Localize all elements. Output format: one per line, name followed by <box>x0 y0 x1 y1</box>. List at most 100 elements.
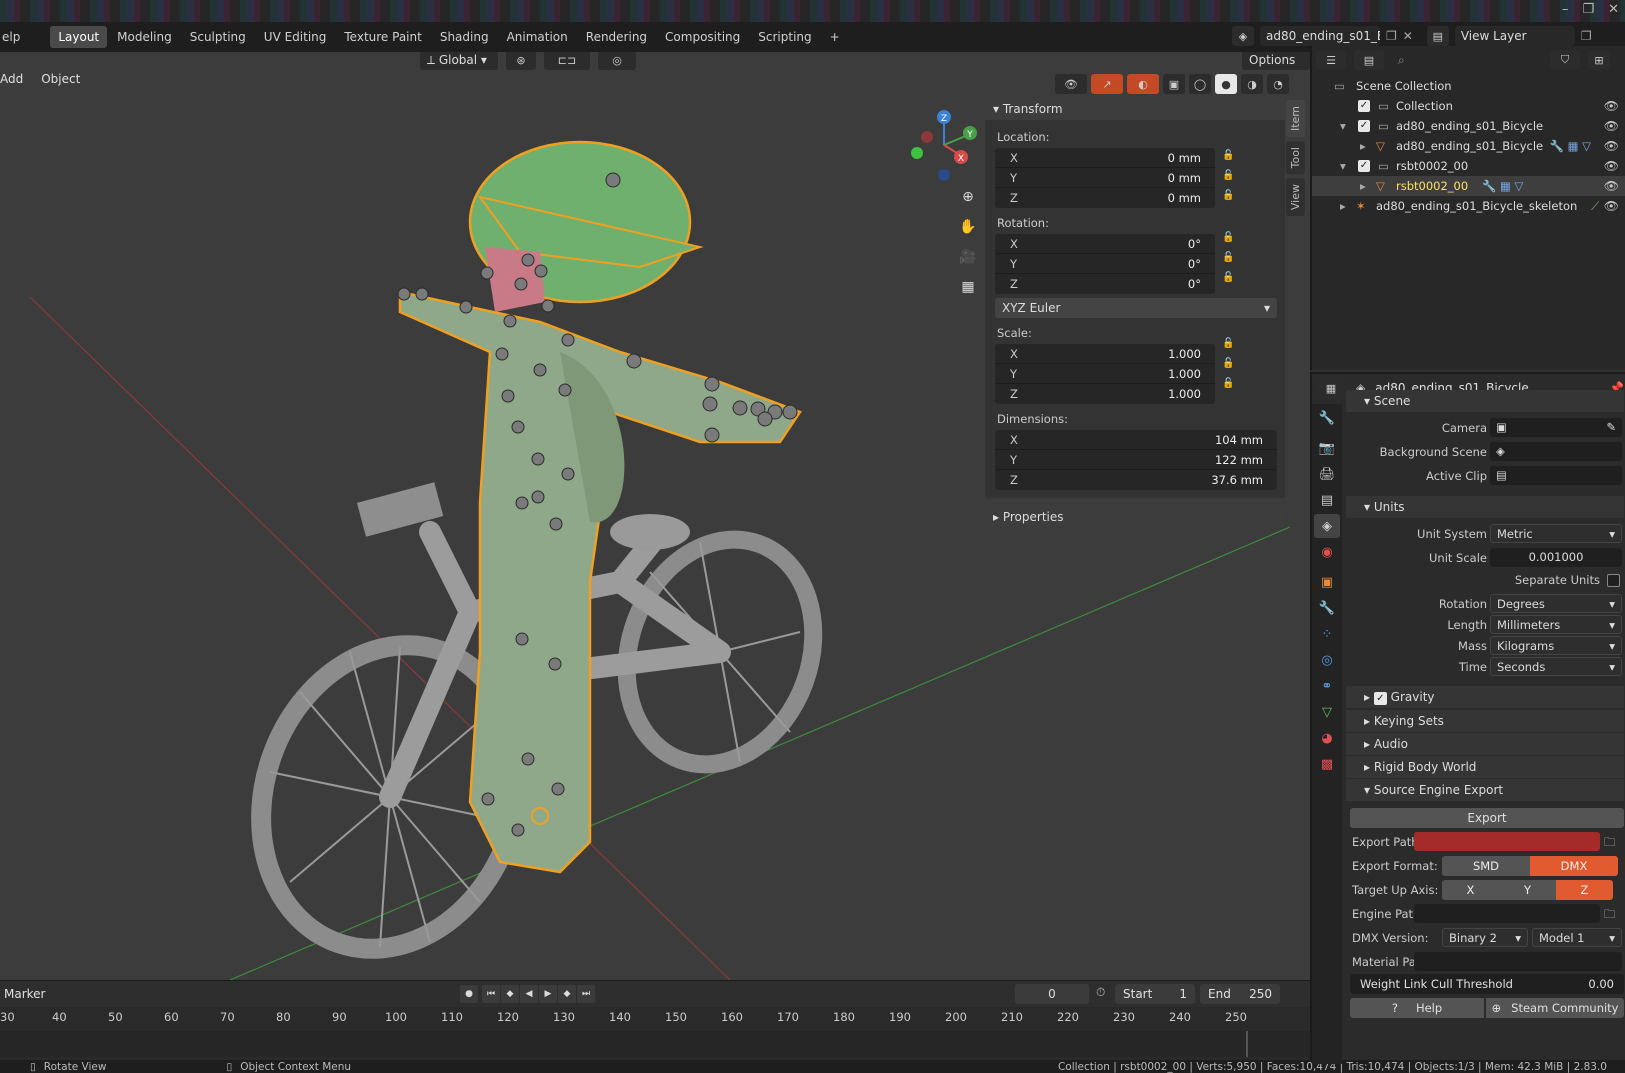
tab-rendering[interactable]: Rendering <box>578 26 655 48</box>
visibility-icon[interactable]: 👁 <box>1055 74 1087 94</box>
xray-icon[interactable]: ▣ <box>1163 74 1185 94</box>
format-dmx-button[interactable]: DMX <box>1530 856 1618 876</box>
steam-community-button[interactable]: ⊕ Steam Community <box>1486 998 1624 1018</box>
camera-view-icon[interactable]: 🎥 <box>955 244 981 270</box>
new-collection-icon[interactable]: ⊞ <box>1588 50 1610 70</box>
help-menu[interactable]: elp <box>0 26 28 48</box>
navigation-gizmo[interactable]: Z Y X <box>900 107 990 187</box>
tab-scripting[interactable]: Scripting <box>750 26 819 48</box>
minimize-button[interactable]: – <box>1562 2 1569 17</box>
rotation-y-field[interactable]: Y 0° <box>995 254 1215 274</box>
checkbox-icon[interactable]: ✓ <box>1358 120 1370 132</box>
lock-icon[interactable]: 🔓 <box>1222 272 1236 284</box>
data-tab-icon[interactable]: ▽ <box>1314 700 1340 724</box>
source-engine-section-header[interactable]: ▾ Source Engine Export <box>1346 779 1624 801</box>
add-workspace-button[interactable]: + <box>822 26 848 48</box>
time-units-dropdown[interactable]: Seconds ▾ <box>1490 657 1622 676</box>
gizmo-icon[interactable]: ↗ <box>1091 74 1123 94</box>
filter-view-icon[interactable]: ▤ <box>1354 50 1384 70</box>
lock-icon[interactable]: 🔓 <box>1222 358 1236 370</box>
overlay-icon[interactable]: ◐ <box>1127 74 1159 94</box>
axis-y-button[interactable]: Y <box>1499 880 1556 900</box>
snap-icon[interactable]: ⊏⊐ <box>544 52 590 70</box>
material-tab-icon[interactable]: ◕ <box>1314 726 1340 750</box>
dimensions-x-field[interactable]: X 104 mm <box>995 430 1277 450</box>
folder-icon[interactable]: 🗀 <box>1604 904 1616 924</box>
scene-section-header[interactable]: ▾ Scene <box>1346 390 1624 412</box>
location-y-field[interactable]: Y 0 mm <box>995 168 1215 188</box>
scene-name-field[interactable]: ad80_ending_s01_B... <box>1260 26 1380 46</box>
dmx-model-dropdown[interactable]: Model 1 ▾ <box>1532 928 1622 947</box>
format-smd-button[interactable]: SMD <box>1442 856 1530 876</box>
outliner-item-skeleton[interactable]: ▸ ✶ ad80_ending_s01_Bicycle_skeleton ⟋ 👁 <box>1312 196 1625 216</box>
rotation-mode-dropdown[interactable]: XYZ Euler ▾ <box>995 298 1277 318</box>
editor-type-icon[interactable]: ▦ <box>1316 378 1346 398</box>
dimensions-z-field[interactable]: Z 37.6 mm <box>995 470 1277 490</box>
delete-scene-icon[interactable]: ✕ <box>1403 29 1413 43</box>
solid-shading-icon[interactable]: ● <box>1215 74 1237 94</box>
tool-tab-icon[interactable]: 🔧 <box>1314 406 1340 430</box>
jump-end-icon[interactable]: ⏭ <box>577 985 595 1003</box>
camera-field[interactable]: ▣ ✎ <box>1490 418 1622 437</box>
keying-sets-section-header[interactable]: ▸ Keying Sets <box>1346 710 1624 732</box>
expand-arrow-icon[interactable]: ▾ <box>1340 156 1346 176</box>
constraints-tab-icon[interactable]: ⚭ <box>1314 674 1340 698</box>
location-x-field[interactable]: X 0 mm <box>995 148 1215 168</box>
rotation-z-field[interactable]: Z 0° <box>995 274 1215 294</box>
scale-z-field[interactable]: Z 1.000 <box>995 384 1215 404</box>
engine-path-input[interactable] <box>1414 904 1600 923</box>
play-icon[interactable]: ▶ <box>539 985 557 1003</box>
tab-shading[interactable]: Shading <box>432 26 497 48</box>
axis-z-button[interactable]: Z <box>1556 880 1613 900</box>
lock-icon[interactable]: 🔓 <box>1222 170 1236 182</box>
physics-tab-icon[interactable]: ◎ <box>1314 648 1340 672</box>
export-path-input[interactable] <box>1414 832 1600 851</box>
gravity-section-header[interactable]: ▸ ✓ Gravity <box>1346 686 1624 708</box>
view-layer-tab-icon[interactable]: ▤ <box>1314 488 1340 512</box>
rendered-shading-icon[interactable]: ◔ <box>1267 74 1289 94</box>
copy-view-layer-icon[interactable]: ❐ <box>1581 29 1592 43</box>
lock-icon[interactable]: 🔓 <box>1222 252 1236 264</box>
display-mode-icon[interactable]: ☰ <box>1316 50 1346 70</box>
expand-arrow-icon[interactable]: ▸ <box>1360 176 1366 196</box>
weight-cull-field[interactable]: Weight Link Cull Threshold 0.00 <box>1350 974 1624 994</box>
transform-panel-header[interactable]: ▾ Transform <box>985 98 1285 120</box>
timeline-track-area[interactable] <box>0 1031 1310 1057</box>
folder-icon[interactable]: 🗀 <box>1604 832 1616 852</box>
outliner-item-rsbt-collection[interactable]: ▾ ✓ ▭ rsbt0002_00 👁 <box>1312 156 1625 176</box>
tab-compositing[interactable]: Compositing <box>657 26 748 48</box>
tab-texture-paint[interactable]: Texture Paint <box>336 26 429 48</box>
lock-icon[interactable]: 🔓 <box>1222 378 1236 390</box>
render-tab-icon[interactable]: 📷 <box>1314 436 1340 460</box>
modifier-tab-icon[interactable]: 🔧 <box>1314 596 1340 620</box>
wireframe-shading-icon[interactable]: ◯ <box>1189 74 1211 94</box>
tab-sculpting[interactable]: Sculpting <box>182 26 254 48</box>
scene-tab-icon[interactable]: ◈ <box>1314 514 1340 538</box>
menu-object[interactable]: Object <box>41 72 80 86</box>
world-tab-icon[interactable]: ◉ <box>1314 540 1340 564</box>
expand-arrow-icon[interactable]: ▾ <box>1340 116 1346 136</box>
axis-x-button[interactable]: X <box>1442 880 1499 900</box>
separate-units-checkbox[interactable] <box>1607 574 1620 587</box>
frame-ruler[interactable]: 30 40 50 60 70 80 90 100 110 120 130 140… <box>0 1007 1310 1029</box>
scale-y-field[interactable]: Y 1.000 <box>995 364 1215 384</box>
expand-arrow-icon[interactable]: ▸ <box>1340 196 1346 216</box>
audio-section-header[interactable]: ▸ Audio <box>1346 733 1624 755</box>
rotation-units-dropdown[interactable]: Degrees ▾ <box>1490 594 1622 613</box>
stopwatch-icon[interactable]: ⏱ <box>1096 985 1105 1000</box>
lock-icon[interactable]: 🔓 <box>1222 338 1236 350</box>
object-tab-icon[interactable]: ▣ <box>1314 570 1340 594</box>
maximize-button[interactable]: ❐ <box>1582 2 1594 17</box>
material-path-input[interactable] <box>1414 952 1622 971</box>
proportional-edit-icon[interactable]: ◎ <box>598 52 636 70</box>
pan-hand-icon[interactable]: ✋ <box>955 214 981 240</box>
marker-menu[interactable]: Marker <box>4 987 45 1001</box>
eye-icon[interactable]: 👁 <box>1604 196 1619 216</box>
outliner-item-bicycle-mesh[interactable]: ▸ ▽ ad80_ending_s01_Bicycle 🔧 ▦ ▽ 👁 <box>1312 136 1625 156</box>
rigid-body-section-header[interactable]: ▸ Rigid Body World <box>1346 756 1624 778</box>
texture-tab-icon[interactable]: ▩ <box>1314 752 1340 776</box>
pivot-icon[interactable]: ⊛ <box>506 52 536 70</box>
scene-icon[interactable]: ◈ <box>1232 26 1254 46</box>
outliner-item-rsbt-mesh[interactable]: ▸ ▽ rsbt0002_00 🔧 ▦ ▽ 👁 <box>1312 176 1625 196</box>
help-button[interactable]: ? Help <box>1350 998 1484 1018</box>
